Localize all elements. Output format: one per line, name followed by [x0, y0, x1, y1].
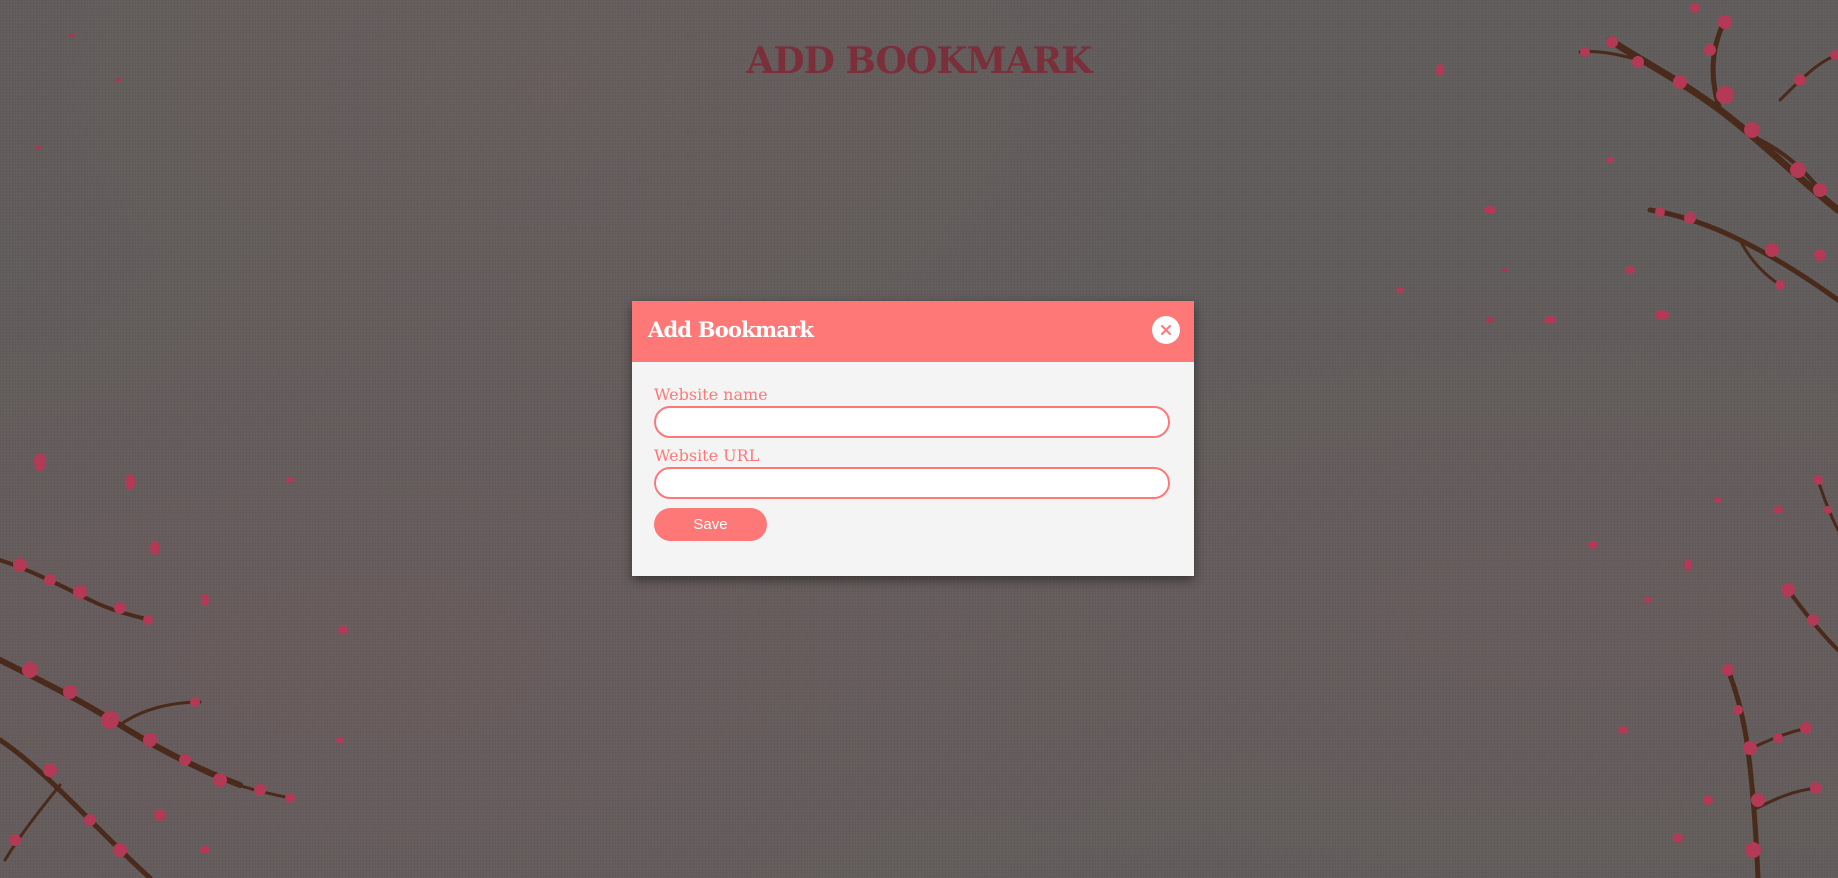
save-button[interactable]: Save — [654, 508, 767, 541]
modal-title: Add Bookmark — [648, 317, 814, 342]
close-icon — [1161, 325, 1171, 335]
add-bookmark-modal: Add Bookmark Website name Website URL Sa… — [632, 301, 1194, 576]
website-name-input[interactable] — [654, 406, 1170, 438]
close-button[interactable] — [1152, 316, 1180, 344]
page-title: ADD BOOKMARK — [746, 40, 1093, 82]
website-name-label: Website name — [654, 385, 768, 404]
modal-header: Add Bookmark — [632, 301, 1194, 362]
modal-body: Website name Website URL Save — [632, 362, 1194, 541]
website-url-label: Website URL — [654, 446, 760, 465]
website-url-input[interactable] — [654, 467, 1170, 499]
